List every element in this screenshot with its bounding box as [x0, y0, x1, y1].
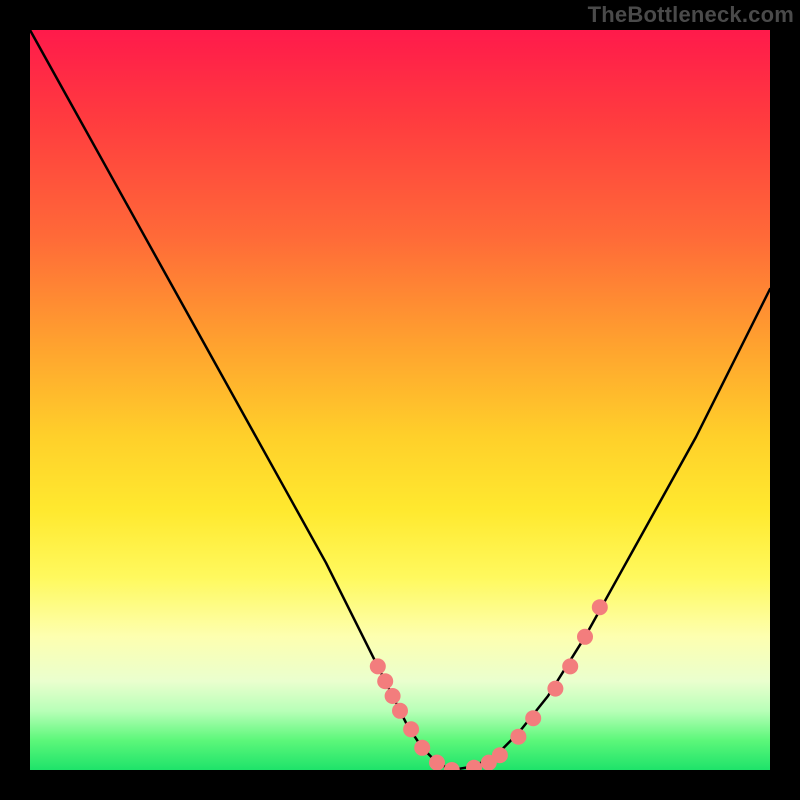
- near-minimum-points: [370, 599, 608, 770]
- data-point: [377, 673, 393, 689]
- data-point: [414, 740, 430, 756]
- data-point: [547, 681, 563, 697]
- data-point: [510, 729, 526, 745]
- bottleneck-curve: [30, 30, 770, 770]
- data-point: [466, 760, 482, 770]
- data-point: [370, 658, 386, 674]
- data-point: [444, 762, 460, 770]
- data-point: [562, 658, 578, 674]
- data-point: [577, 629, 593, 645]
- plot-area: [30, 30, 770, 770]
- watermark-text: TheBottleneck.com: [588, 2, 794, 28]
- chart-frame: TheBottleneck.com: [0, 0, 800, 800]
- chart-svg: [30, 30, 770, 770]
- data-point: [403, 721, 419, 737]
- data-point: [492, 747, 508, 763]
- data-point: [429, 755, 445, 770]
- data-point: [385, 688, 401, 704]
- data-point: [525, 710, 541, 726]
- data-point: [592, 599, 608, 615]
- data-point: [392, 703, 408, 719]
